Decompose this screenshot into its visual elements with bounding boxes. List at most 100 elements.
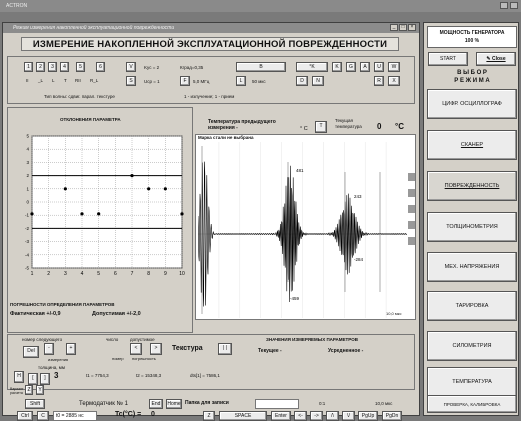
previous-button[interactable]: < (130, 343, 142, 355)
key-enter-button[interactable]: Enter (271, 411, 291, 421)
key-space-button[interactable]: SPACE (219, 411, 267, 421)
mode-l-low[interactable]: _L (38, 78, 43, 83)
sidebar-item-oscilloscope[interactable]: ЦИФР. ОСЦИЛЛОГРАФ (427, 89, 517, 119)
data-point (63, 187, 67, 191)
bracket-right-button[interactable]: ] (40, 373, 50, 385)
b-button[interactable]: B (236, 62, 286, 72)
amplitude-label: -284 (354, 257, 364, 262)
sidebar-item-damage[interactable]: ПОВРЕЖДЕННОСТЬ (427, 171, 517, 201)
d-button[interactable]: D (296, 76, 308, 86)
v-button[interactable]: V (126, 62, 136, 72)
plus-button[interactable]: + (66, 343, 76, 355)
a-button[interactable]: A (360, 62, 370, 72)
x-tick-label: 10 (179, 271, 185, 277)
data-point (97, 212, 101, 216)
sidebar-item-force[interactable]: СИЛОМЕТРИЯ (427, 331, 517, 361)
power-title: МОЩНОСТЬ ГЕНЕРАТОРА (439, 30, 505, 36)
sidebar-item-check[interactable]: ПРОВЕРКА, КАЛИБРОВКА (427, 395, 517, 413)
pause-button[interactable]: | | (218, 343, 232, 355)
t2-value: t2 = 15348,3 (136, 373, 162, 378)
values-title: ЗНАЧЕНИЯ ИЗМЕРЯЕМЫХ ПАРАМЕТРОВ (266, 337, 358, 342)
mode-rl[interactable]: R_L (90, 78, 98, 83)
mode-rii[interactable]: RII (75, 78, 81, 83)
channel-3-button[interactable]: 3 (48, 62, 57, 72)
mode-l[interactable]: L (52, 78, 55, 83)
mode-t[interactable]: T (64, 78, 67, 83)
kelvin-button[interactable]: °K (296, 62, 328, 72)
scope-time-unit: 10,0 мкс (386, 311, 402, 316)
n-button[interactable]: N (312, 76, 324, 86)
ratio-value: 0:1 (319, 401, 326, 406)
key-right-button[interactable]: -> (310, 411, 323, 421)
k-button[interactable]: K (332, 62, 342, 72)
data-point (30, 212, 34, 216)
x-button[interactable]: X (388, 76, 400, 86)
key-z-button[interactable]: Z (203, 411, 215, 421)
r-button[interactable]: R (374, 76, 384, 86)
u-button[interactable]: U (374, 62, 384, 72)
sidebar-item-thickness[interactable]: ТОЛЩИНОМЕТРИЯ (427, 212, 517, 242)
prev-temperature-label: Температура предыдущего измерения - (208, 119, 276, 131)
channel-1-button[interactable]: 1 (24, 62, 33, 72)
channel-6-button[interactable]: 6 (96, 62, 105, 72)
z-variant-button[interactable]: Z (25, 385, 33, 395)
minus-button[interactable]: - (44, 343, 54, 355)
t-button[interactable]: T (315, 121, 327, 133)
thickness-label: толщина, мм (38, 365, 65, 370)
g-button[interactable]: G (346, 62, 356, 72)
sidebar-item-stress[interactable]: МЕХ. НАПРЯЖЕНИЯ (427, 252, 517, 282)
sidebar-item-calibration[interactable]: ТАРИРОВКА (427, 291, 517, 321)
sidebar-item-temperature[interactable]: ТЕМПЕРАТУРА (427, 367, 517, 397)
scope-marker-3[interactable] (408, 205, 415, 213)
home-button[interactable]: Home (166, 399, 182, 409)
close-icon[interactable] (510, 2, 518, 9)
f-button[interactable]: F (180, 76, 190, 86)
scope-marker-5[interactable] (408, 237, 415, 245)
folder-input[interactable] (255, 399, 299, 409)
scope-marker-2[interactable] (408, 189, 415, 197)
app-title: ACTRON (6, 3, 28, 9)
channel-5-button[interactable]: 5 (76, 62, 85, 72)
window-close-icon[interactable]: × (408, 24, 416, 31)
error-label: погрешность (132, 356, 156, 361)
h-button[interactable]: H (14, 371, 24, 383)
pgdn-button[interactable]: PgDn (382, 411, 402, 421)
window-minimize-icon[interactable]: _ (390, 24, 398, 31)
t0-field[interactable]: t0 = 2885 нс (53, 411, 97, 421)
close-button[interactable]: ✎ Close (476, 52, 516, 66)
del-button[interactable]: Del (23, 346, 39, 358)
dts-value: dts[1] = 7586,1 (190, 373, 220, 378)
y-tick-label: 3 (26, 160, 29, 165)
mode-ii[interactable]: II (26, 78, 29, 83)
sidebar-item-scanner[interactable]: СКАНЕР (427, 130, 517, 160)
c-button[interactable]: C (37, 411, 49, 421)
y-variant-button[interactable]: Y (36, 385, 44, 395)
l-button[interactable]: L (236, 76, 246, 86)
ctrl-button[interactable]: Ctrl (17, 411, 33, 421)
minimize-icon[interactable] (500, 2, 508, 9)
bracket-left-button[interactable]: [ (28, 373, 38, 385)
scope-marker-1[interactable] (408, 173, 415, 181)
deviation-chart-title: ОТКЛОНЕНИЯ ПАРАМЕТРА (60, 117, 121, 122)
close-button-label: Close (491, 56, 506, 62)
start-button[interactable]: START (428, 52, 468, 66)
key-up-button[interactable]: /\ (326, 411, 339, 421)
y-tick-label: -2 (25, 226, 29, 231)
y-tick-label: -3 (25, 239, 29, 244)
current-value-label: Текущее - (258, 348, 282, 354)
key-down-button[interactable]: \/ (342, 411, 355, 421)
window-maximize-icon[interactable]: □ (399, 24, 407, 31)
w-button[interactable]: W (388, 62, 400, 72)
next-button[interactable]: > (150, 343, 162, 355)
shift-button[interactable]: Shift (25, 399, 45, 409)
scope-marker-4[interactable] (408, 221, 415, 229)
key-left-button[interactable]: <- (294, 411, 307, 421)
channel-4-button[interactable]: 4 (60, 62, 69, 72)
channel-2-button[interactable]: 2 (36, 62, 45, 72)
end-button[interactable]: End (149, 399, 163, 409)
measure-mode-label: 1 - излучение; 1 - прием (184, 94, 235, 99)
next-number-label: номер следующего (22, 337, 63, 342)
pgup-button[interactable]: PgUp (358, 411, 378, 421)
x-tick-label: 8 (147, 271, 150, 277)
s-button[interactable]: S (126, 76, 136, 86)
